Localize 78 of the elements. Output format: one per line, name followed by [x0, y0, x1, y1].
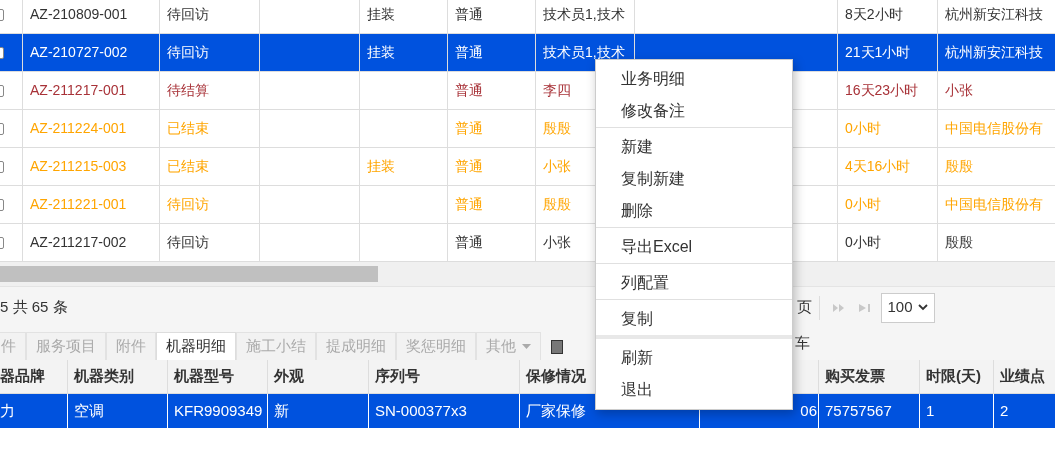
table-cell-text: 小张: [945, 81, 973, 100]
table-cell-text: 中国电信股份有: [945, 119, 1043, 138]
table-cell-text: 厂家保修: [526, 400, 586, 421]
table-cell-text: 技术员1,技术: [543, 5, 625, 24]
page-label: 页: [796, 297, 812, 318]
table-cell-text: 殷殷: [945, 157, 973, 176]
table-cell-text: 待回访: [167, 5, 209, 24]
table-cell-text: 殷殷: [543, 119, 571, 138]
table-cell-text: 殷殷: [543, 195, 571, 214]
table-cell-text: 16天23小时: [845, 81, 919, 100]
table-cell-text: 已结束: [167, 157, 209, 176]
table-cell-text: 挂装: [367, 5, 395, 24]
table-cell-text: 普通: [455, 81, 483, 100]
menu-item[interactable]: 列配置: [596, 267, 792, 299]
table-cell-text: 06: [800, 400, 817, 421]
table-cell-text: 普通: [455, 157, 483, 176]
table-cell-text: 普通: [455, 195, 483, 214]
table-cell-text: 力: [0, 400, 15, 421]
column-header[interactable]: 机器类别: [74, 365, 134, 388]
table-cell-text: 技术员1,技术: [543, 43, 625, 62]
table-cell-text: AZ-211217-001: [30, 81, 127, 100]
table-cell-text: 75757567: [825, 400, 892, 421]
table-cell-text: 4天16小时: [845, 157, 911, 176]
table-cell-text: 新: [274, 400, 289, 421]
column-header[interactable]: 机器型号: [174, 365, 234, 388]
table-row[interactable]: AZ-210809-001 待回访 挂装 普通 技术员1,技术 8天2小时 杭州新安江科技: [0, 0, 1055, 34]
table-cell-text: 杭州新安江科技: [945, 5, 1043, 24]
table-cell-text: 小张: [543, 157, 571, 176]
table-cell-text: 待结算: [167, 81, 209, 100]
table-cell-text: 空调: [74, 400, 104, 421]
table-cell-text: 杭州新安江科技: [945, 43, 1043, 62]
table-cell-text: 中国电信股份有: [945, 195, 1043, 214]
table-cell-text: AZ-210727-002: [30, 43, 128, 62]
table-cell-text: 0小时: [845, 233, 881, 252]
table-cell-text: 普通: [455, 43, 483, 62]
table-cell-text: 普通: [455, 119, 483, 138]
table-cell-text: AZ-211221-001: [30, 195, 127, 214]
table-cell-text: 小张: [543, 233, 571, 252]
record-count: 5 共 65 条: [0, 297, 68, 318]
column-header[interactable]: 时限(天): [926, 365, 981, 388]
table-cell-text: AZ-211224-001: [30, 119, 127, 138]
chevron-down-icon: [917, 304, 928, 311]
table-cell-text: 0小时: [845, 195, 881, 214]
square-icon: [551, 340, 563, 354]
column-header[interactable]: 序列号: [375, 365, 420, 388]
table-cell-text: 普通: [455, 233, 483, 252]
menu-item[interactable]: 导出Excel: [596, 231, 792, 263]
scrollbar-thumb[interactable]: [0, 266, 378, 282]
column-header[interactable]: 保修情况: [526, 365, 586, 388]
tab-bar-label: 车: [795, 332, 810, 353]
table-cell-text: 普通: [455, 5, 483, 24]
table-cell-text: SN-000377x3: [375, 400, 467, 421]
menu-item[interactable]: 删除: [596, 195, 792, 227]
table-cell-text: AZ-211217-002: [30, 233, 127, 252]
table-cell-text: AZ-211215-003: [30, 157, 127, 176]
table-cell-text: 待回访: [167, 195, 209, 214]
table-cell-text: 挂装: [367, 43, 395, 62]
menu-item[interactable]: 复制: [596, 303, 792, 335]
table-cell-text: 21天1小时: [845, 43, 911, 62]
table-cell-text: 挂装: [367, 157, 395, 176]
table-cell-text: 2: [1000, 400, 1009, 421]
table-cell-text: 已结束: [167, 119, 209, 138]
page-size-select[interactable]: 100: [880, 292, 935, 323]
tab[interactable]: 机器明细: [156, 332, 236, 360]
column-header[interactable]: 业绩点: [1000, 365, 1045, 388]
column-header[interactable]: 购买发票: [825, 365, 885, 388]
table-cell-text: 殷殷: [945, 233, 973, 252]
table-cell-text: 8天2小时: [845, 5, 903, 24]
column-header[interactable]: 外观: [274, 365, 304, 388]
table-cell-text: 待回访: [167, 233, 209, 252]
table-cell-text: 待回访: [167, 43, 209, 62]
table-cell-text: 0小时: [845, 119, 881, 138]
table-cell-text: AZ-210809-001: [30, 5, 128, 24]
column-header[interactable]: 器品牌: [0, 365, 45, 388]
table-cell-text: KFR9909349: [174, 400, 263, 421]
table-cell-text: 1: [926, 400, 935, 421]
menu-item[interactable]: 刷新: [596, 342, 792, 374]
table-cell-text: 李四: [543, 81, 571, 100]
